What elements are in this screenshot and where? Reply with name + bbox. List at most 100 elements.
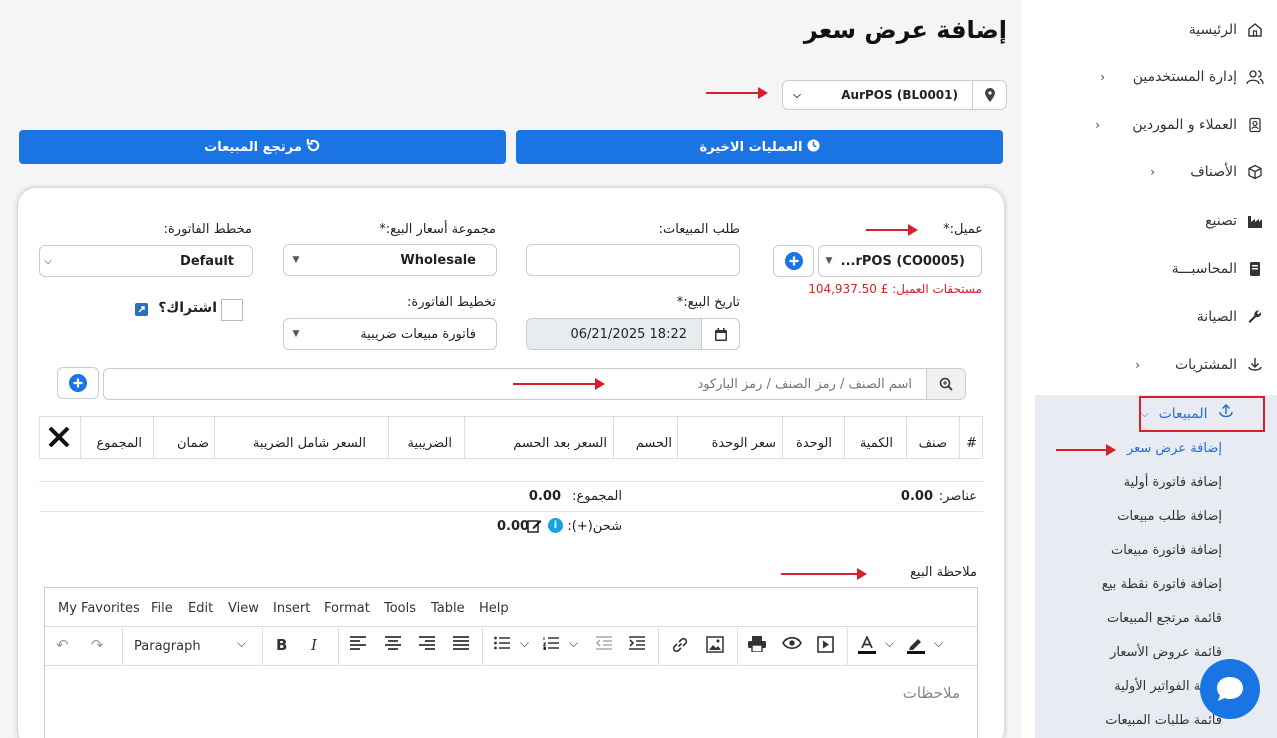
- info-icon[interactable]: i: [548, 518, 563, 533]
- chevron-down-icon: ⌵: [237, 636, 247, 650]
- submenu-add-draft[interactable]: إضافة فاتورة أولية: [1124, 475, 1222, 490]
- sidebar-item-users[interactable]: إدارة المستخدمين ‹: [1100, 66, 1265, 88]
- add-product-button[interactable]: [57, 367, 99, 399]
- italic-icon[interactable]: I: [311, 636, 317, 654]
- align-justify-icon[interactable]: [453, 636, 469, 654]
- divider: [39, 511, 983, 512]
- annotation-arrow: [866, 224, 918, 236]
- recent-transactions-button[interactable]: العمليات الاخيرة: [516, 130, 1003, 164]
- map-marker-icon: [972, 81, 1006, 109]
- sale-date-field[interactable]: 06/21/2025 18:22: [526, 318, 740, 350]
- align-right-icon[interactable]: [419, 636, 435, 654]
- submenu-add-quotation[interactable]: إضافة عرض سعر: [1127, 441, 1222, 456]
- undo-icon: [306, 138, 321, 157]
- redo-icon[interactable]: ↷: [91, 636, 104, 654]
- bullet-list-icon[interactable]: [494, 636, 510, 654]
- col-price-after-discount: السعر بعد الحسم: [513, 436, 607, 451]
- subscription-checkbox[interactable]: [221, 299, 243, 321]
- annotation-arrowhead: [1106, 444, 1116, 456]
- caret-down-icon: ▼: [825, 256, 833, 266]
- invoice-layout-select[interactable]: ▼ فاتورة مبيعات ضريبية: [283, 318, 497, 350]
- col-quantity: الكمية: [859, 436, 893, 451]
- menu-view[interactable]: View: [228, 601, 259, 616]
- shipping-value: 0.00: [497, 519, 530, 534]
- chevron-down-icon: ⌵: [1141, 408, 1149, 420]
- text-color-icon[interactable]: [858, 634, 876, 658]
- sale-date-label: تاريخ البيع:*: [676, 295, 740, 310]
- outdent-icon[interactable]: [595, 636, 612, 654]
- align-center-icon[interactable]: [385, 636, 401, 654]
- menu-file[interactable]: File: [151, 601, 173, 616]
- remove-all-icon[interactable]: [48, 426, 70, 451]
- clock-icon: [806, 138, 820, 156]
- menu-tools[interactable]: Tools: [384, 601, 416, 616]
- customer-select[interactable]: ▼ ...rPOS (CO0005): [818, 245, 982, 277]
- search-button[interactable]: [926, 368, 966, 400]
- price-group-label: مجموعة أسعار البيع:*: [379, 222, 496, 237]
- submenu-add-pos[interactable]: إضافة فاتورة نقطة بيع: [1102, 577, 1222, 592]
- external-link-icon[interactable]: [135, 303, 148, 316]
- annotation-arrow: [1056, 449, 1112, 451]
- link-icon[interactable]: [671, 636, 689, 658]
- sidebar-item-accounting[interactable]: المحاسبـــة: [1172, 258, 1265, 280]
- col-warranty: ضمان: [176, 436, 209, 451]
- home-icon: [1245, 22, 1265, 38]
- align-left-icon[interactable]: [350, 636, 366, 654]
- sidebar-item-contacts[interactable]: العملاء و الموردين ‹: [1095, 114, 1265, 136]
- media-icon[interactable]: [817, 636, 834, 657]
- numbered-list-icon[interactable]: [542, 636, 559, 654]
- menu-help[interactable]: Help: [479, 601, 509, 616]
- submenu-add-sales-order[interactable]: إضافة طلب مبيعات: [1117, 509, 1222, 524]
- image-icon[interactable]: [706, 636, 724, 657]
- annotation-arrow: [706, 87, 768, 99]
- caret-down-icon: ▼: [292, 329, 300, 339]
- sidebar-item-products[interactable]: الأصناف ‹: [1150, 161, 1265, 183]
- menu-format[interactable]: Format: [324, 601, 370, 616]
- search-icon: [939, 377, 953, 391]
- customer-due: مستحقات العميل: £ 104,937.50: [808, 282, 982, 296]
- sidebar-item-label: الصيانة: [1196, 309, 1237, 325]
- highlight-color-icon[interactable]: [907, 636, 925, 658]
- menu-insert[interactable]: Insert: [273, 601, 310, 616]
- box-icon: [1245, 164, 1265, 180]
- sell-return-button[interactable]: مرتجع المبيعات: [19, 130, 506, 164]
- sale-note-label: ملاحظة البيع: [910, 565, 977, 580]
- chevron-down-icon: ⌵: [44, 255, 52, 267]
- submenu-quotations[interactable]: قائمة عروض الأسعار: [1110, 645, 1222, 660]
- invoice-scheme-select[interactable]: ⌵ Default: [39, 245, 253, 277]
- edit-icon[interactable]: [527, 518, 542, 537]
- price-group-select[interactable]: ▼ Wholesale: [283, 244, 497, 276]
- print-icon[interactable]: [748, 636, 766, 656]
- submenu-sell-returns[interactable]: قائمة مرتجع المبيعات: [1107, 611, 1222, 626]
- chevron-left-icon: ‹: [1100, 70, 1105, 84]
- chat-icon: [1217, 677, 1243, 701]
- submenu-sales-orders[interactable]: قائمة طلبات المبيعات: [1105, 713, 1222, 728]
- location-select[interactable]: ⌵ AurPOS (BL0001): [782, 80, 1007, 110]
- note-placeholder[interactable]: ملاحظات: [903, 684, 960, 702]
- menu-favorites[interactable]: My Favorites: [58, 601, 140, 616]
- sidebar-item-sales[interactable]: المبيعات ⌵: [1139, 396, 1265, 432]
- download-icon: [1245, 357, 1265, 373]
- sidebar-item-maintenance[interactable]: الصيانة: [1197, 306, 1265, 328]
- sidebar-item-home[interactable]: الرئيسية: [1189, 19, 1265, 41]
- indent-icon[interactable]: [629, 636, 645, 654]
- items-label: عناصر:: [938, 489, 977, 504]
- customer-label: عميل:*: [943, 222, 983, 237]
- sidebar-item-label: الأصناف: [1190, 164, 1237, 180]
- sidebar-item-label: العملاء و الموردين: [1132, 117, 1237, 133]
- sidebar-item-manufacturing[interactable]: تصنيع: [1205, 210, 1265, 232]
- contacts-icon: [1245, 117, 1265, 133]
- menu-table[interactable]: Table: [431, 601, 465, 616]
- col-index: #: [966, 436, 977, 451]
- sales-order-select[interactable]: [526, 244, 740, 276]
- sidebar-item-purchases[interactable]: المشتريات ‹: [1135, 354, 1265, 376]
- bold-icon[interactable]: B: [276, 636, 287, 654]
- submenu-add-sale[interactable]: إضافة فاتورة مبيعات: [1111, 543, 1222, 558]
- add-customer-button[interactable]: [773, 245, 814, 277]
- annotation-arrow: [513, 378, 605, 390]
- chat-button[interactable]: [1200, 659, 1260, 719]
- block-format-select[interactable]: Paragraph: [134, 639, 201, 654]
- menu-edit[interactable]: Edit: [188, 601, 213, 616]
- undo-icon[interactable]: ↶: [56, 636, 69, 654]
- preview-icon[interactable]: [782, 636, 802, 654]
